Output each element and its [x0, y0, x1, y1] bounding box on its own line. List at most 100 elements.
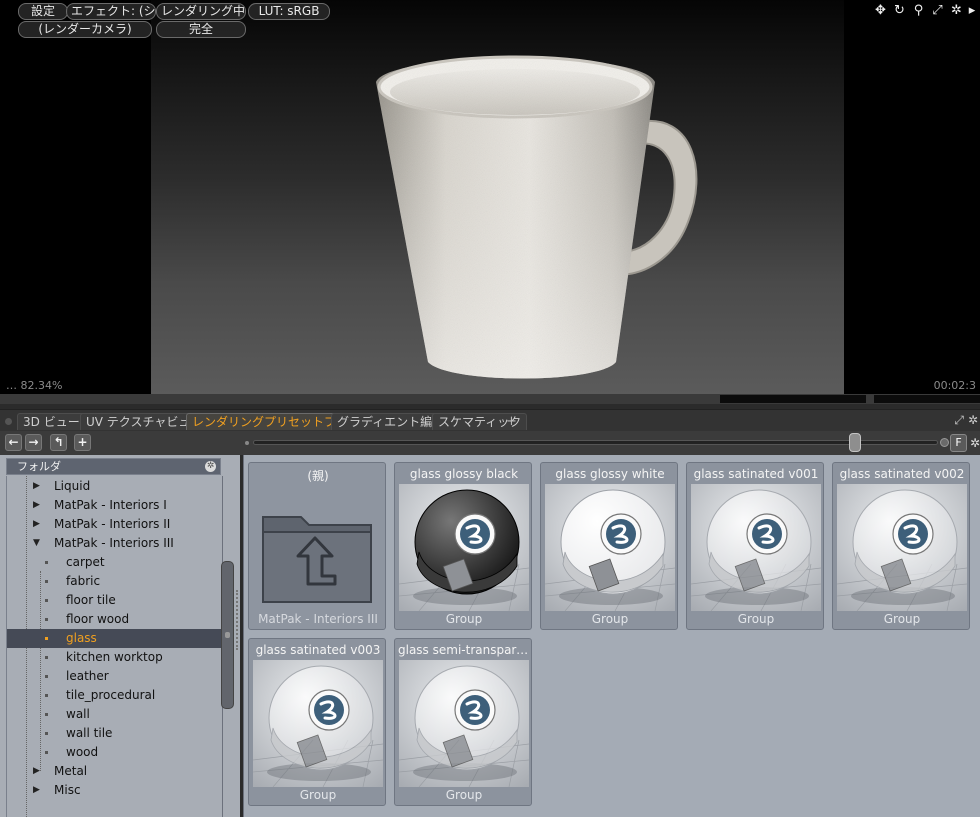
material-preview-icon [837, 484, 967, 611]
tree-item-label: glass [66, 631, 97, 645]
parent-folder-button[interactable]: ↰ [50, 434, 67, 451]
tree-item[interactable]: ▼ MatPak - Interiors III [7, 534, 222, 553]
tree-item[interactable]: ▶ MatPak - Interiors II [7, 515, 222, 534]
preset-card-subtitle: Group [591, 612, 629, 626]
tree-item[interactable]: ▶ Liquid [7, 477, 222, 496]
add-tab-button[interactable]: + [506, 413, 517, 430]
tree-item-label: wood [66, 745, 99, 759]
rotate-icon[interactable]: ↻ [892, 3, 907, 19]
preset-card-subtitle: Group [445, 788, 483, 802]
thumbnail-size-slider[interactable] [253, 440, 938, 445]
tree-leaf-dot [45, 656, 48, 659]
tree-item-label: Liquid [54, 479, 91, 493]
tree-item[interactable]: floor tile [7, 591, 222, 610]
tree-item[interactable]: wall tile [7, 724, 222, 743]
tree-item[interactable]: leather [7, 667, 222, 686]
tree-item[interactable]: floor wood [7, 610, 222, 629]
folder-tree-header-label: フォルダ [17, 460, 61, 473]
settings-button[interactable]: 設定 [18, 3, 68, 20]
material-preview-icon [253, 660, 383, 787]
preset-card-subtitle: Group [737, 612, 775, 626]
tree-item[interactable]: tile_procedural [7, 686, 222, 705]
tree-item[interactable]: ▶ Metal [7, 762, 222, 781]
render-viewport[interactable]: 設定 エフェクト: (シ… レンダリング中… LUT: sRGB (レンダーカメ… [0, 0, 980, 394]
tree-item[interactable]: glass [7, 629, 222, 648]
move-icon[interactable]: ✥ [873, 3, 888, 19]
collapsed-arrow-icon[interactable]: ▶ [33, 762, 40, 781]
tree-item-label: fabric [66, 574, 101, 588]
back-button[interactable]: ← [5, 434, 22, 451]
tree-leaf-dot [45, 751, 48, 754]
tree-item[interactable]: ▶ Misc [7, 781, 222, 800]
forward-button[interactable]: → [25, 434, 42, 451]
slider-knob[interactable] [849, 433, 861, 452]
preset-card[interactable]: glass satinated v002 Group [832, 462, 970, 630]
add-button[interactable]: + [74, 434, 91, 451]
tree-leaf-dot [45, 713, 48, 716]
expanded-arrow-icon[interactable]: ▼ [33, 534, 40, 553]
preset-grid: (親) MatPak - Interiors III glass glossy bl… [243, 455, 980, 817]
collapsed-arrow-icon[interactable]: ▶ [33, 477, 40, 496]
zoom-icon[interactable]: ⚲ [911, 3, 926, 19]
collapsed-arrow-icon[interactable]: ▶ [33, 781, 40, 800]
preset-card-subtitle: Group [299, 788, 337, 802]
viewport-tools: ✥ ↻ ⚲ ⤢ ✲ ▸ [873, 3, 976, 19]
collapsed-arrow-icon[interactable]: ▶ [33, 496, 40, 515]
folder-up-icon [262, 516, 372, 603]
preset-card[interactable]: glass glossy black Group [394, 462, 532, 630]
preset-card-title: glass glossy white [555, 467, 665, 481]
tree-item[interactable]: wood [7, 743, 222, 762]
collapsed-arrow-icon[interactable]: ▶ [33, 515, 40, 534]
panel-splitter[interactable] [236, 590, 239, 650]
preset-card[interactable]: glass satinated v001 Group [686, 462, 824, 630]
tree-item-label: floor tile [66, 593, 116, 607]
preset-card-subtitle: Group [445, 612, 483, 626]
browser-nav-toolbar: ← → ↰ + [0, 431, 240, 455]
expand-icon[interactable]: ⤢ [954, 413, 964, 428]
material-preview-icon [545, 484, 675, 611]
quality-dropdown[interactable]: 完全 [156, 21, 246, 38]
play-icon[interactable]: ▸ [968, 3, 976, 19]
tree-leaf-dot [45, 618, 48, 621]
tree-item[interactable]: fabric [7, 572, 222, 591]
gear-icon[interactable]: ✲ [205, 461, 216, 472]
tree-item[interactable]: carpet [7, 553, 222, 572]
preset-thumbnail [545, 484, 675, 611]
tree-item[interactable]: wall [7, 705, 222, 724]
preset-card-title: glass satinated v001 [693, 467, 819, 481]
tree-item[interactable]: kitchen worktop [7, 648, 222, 667]
preset-card-title: glass glossy black [409, 467, 519, 481]
tree-leaf-dot [45, 637, 48, 640]
panel-tab-bar: 3D ビュー UV テクスチャビュー レンダリングプリセットブラウザ グラディエ… [0, 409, 980, 431]
tree-leaf-dot [45, 599, 48, 602]
slider-min-dot [245, 441, 249, 445]
camera-dropdown[interactable]: (レンダーカメラ) [18, 21, 152, 38]
gear-icon[interactable]: ✲ [949, 3, 964, 19]
gear-icon[interactable]: ✲ [970, 434, 980, 452]
time-readout: 00:02:3 [933, 379, 976, 392]
tree-item-label: Misc [54, 783, 81, 797]
preset-card[interactable]: glass satinated v003 Group [248, 638, 386, 806]
folder-tree-header: フォルダ ✲ [6, 458, 221, 475]
tab-3d-view[interactable]: 3D ビュー [17, 413, 86, 430]
preset-card-subtitle: MatPak - Interiors III [258, 612, 378, 626]
tree-scrollbar[interactable] [221, 561, 234, 709]
fit-icon[interactable]: ⤢ [930, 3, 945, 19]
preset-card[interactable]: glass semi-transparen … Group [394, 638, 533, 806]
parent-folder-card[interactable]: (親) MatPak - Interiors III [248, 462, 386, 630]
preset-card[interactable]: glass glossy white Group [540, 462, 678, 630]
effect-dropdown[interactable]: エフェクト: (シ… [66, 3, 156, 20]
preset-thumbnail [253, 484, 383, 611]
preset-card-title: glass satinated v003 [255, 643, 381, 657]
folder-tree-panel: フォルダ ✲ ▶ Liquid ▶ MatPak - Interiors I ▶ MatP… [0, 455, 240, 817]
progress-segment [720, 395, 866, 403]
tree-item[interactable]: ▶ MatPak - Interiors I [7, 496, 222, 515]
lut-dropdown[interactable]: LUT: sRGB [248, 3, 330, 20]
tree-leaf-dot [45, 675, 48, 678]
filter-button[interactable]: F [950, 434, 967, 452]
render-status-button[interactable]: レンダリング中… [156, 3, 246, 20]
tree-item-label: leather [66, 669, 109, 683]
tree-leaf-dot [45, 732, 48, 735]
panel-menu-icon[interactable] [5, 418, 12, 425]
gear-icon[interactable]: ✲ [968, 413, 978, 428]
